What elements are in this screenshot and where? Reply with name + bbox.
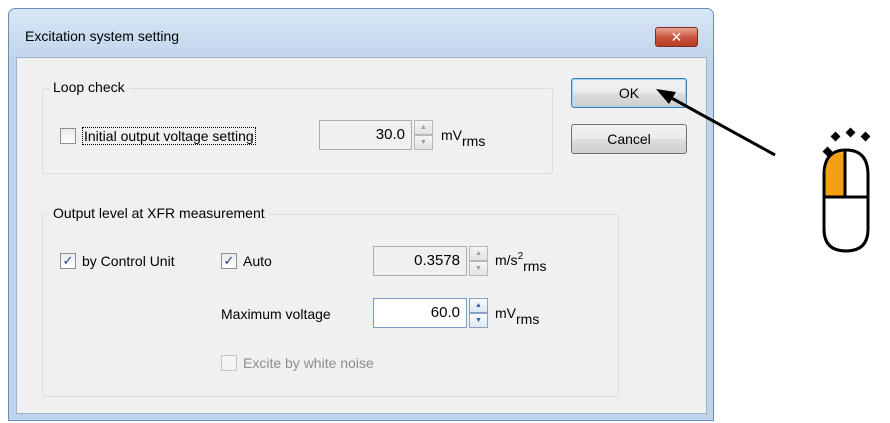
mouse-left-click-icon xyxy=(822,127,871,253)
pointer-arrow-icon xyxy=(656,89,776,157)
